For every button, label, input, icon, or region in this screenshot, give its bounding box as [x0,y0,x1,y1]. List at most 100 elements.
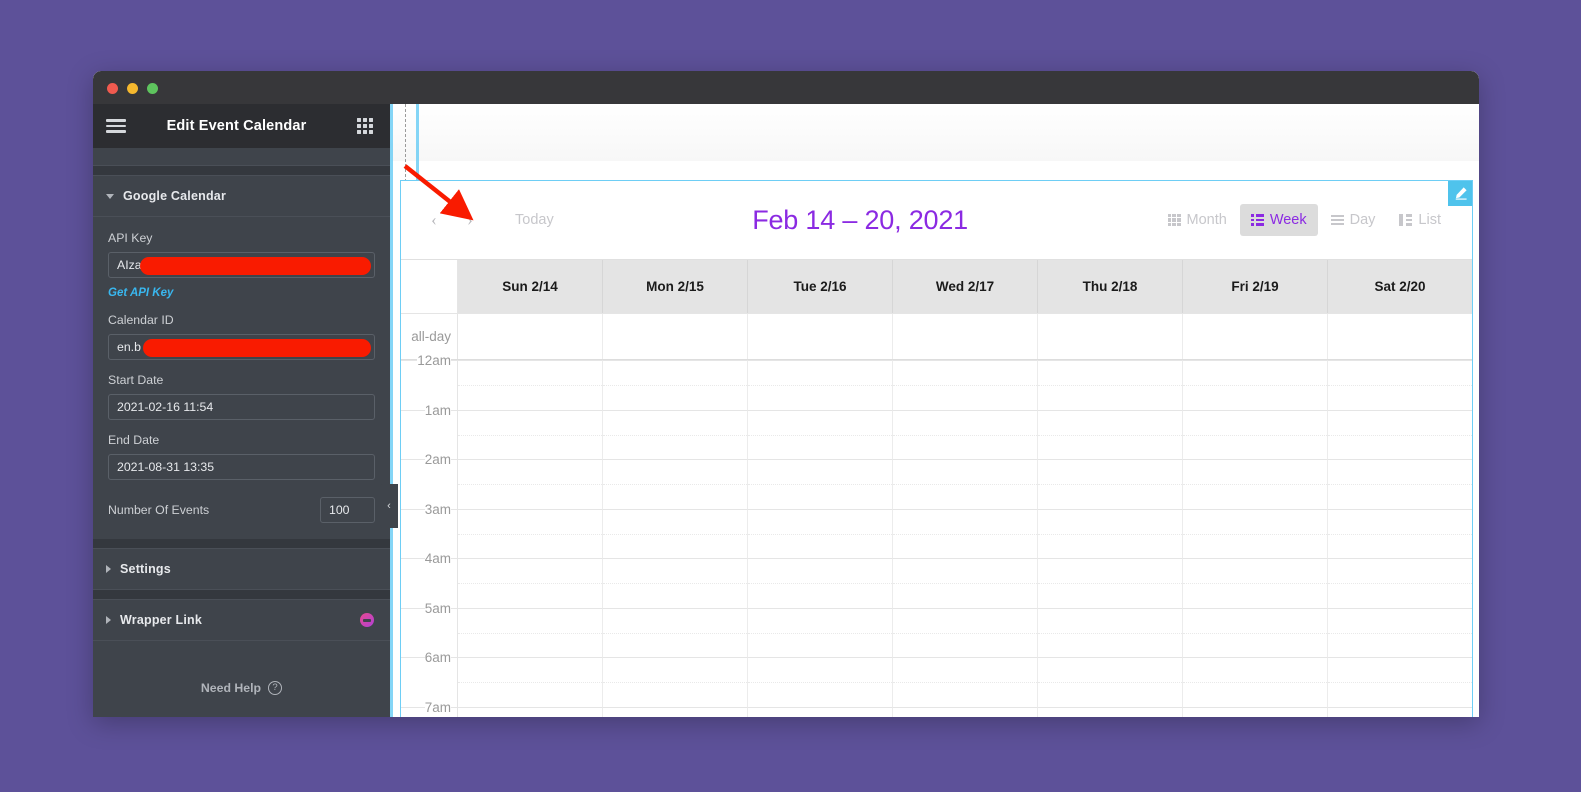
calendar-view-month-button[interactable]: Month [1157,204,1238,236]
calendar-slot-cell[interactable] [458,409,603,459]
calendar-view-week-button[interactable]: Week [1239,204,1318,236]
question-mark-circle-icon[interactable]: ? [268,681,283,695]
calendar-slot-cell[interactable] [458,459,603,509]
calendar-today-button[interactable]: Today [505,206,564,234]
section-google-calendar[interactable]: Google Calendar [93,175,390,217]
calendar-allday-cell[interactable] [748,314,893,359]
calendar-allday-cell[interactable] [1183,314,1328,359]
calendar-slot-cell[interactable] [748,706,893,717]
calendar-slot-cell[interactable] [1183,409,1328,459]
calendar-view-list-button[interactable]: List [1388,204,1452,236]
window-maximize-button[interactable] [147,83,158,94]
calendar-slot-cell[interactable] [748,508,893,558]
calendar-slot-cell[interactable] [1328,706,1472,717]
calendar-slot-cell[interactable] [1328,558,1472,608]
calendar-slot-cell[interactable] [603,508,748,558]
calendar-slot-cell[interactable] [458,508,603,558]
calendar-slot-cell[interactable] [1328,657,1472,707]
panel-footer: Need Help ? [93,659,390,717]
calendar-slot-cell[interactable] [1038,607,1183,657]
calendar-slot-cell[interactable] [748,558,893,608]
calendar-slot-cell[interactable] [1183,657,1328,707]
calendar-allday-cell[interactable] [1038,314,1183,359]
calendar-day-header[interactable]: Thu 2/18 [1038,260,1183,313]
calendar-slot-cell[interactable] [1183,360,1328,410]
end-date-input[interactable]: 2021-08-31 13:35 [108,454,375,480]
calendar-slot-cell[interactable] [458,558,603,608]
calendar-slot-cell[interactable] [458,360,603,410]
calendar-day-header[interactable]: Fri 2/19 [1183,260,1328,313]
calendar-slot-cell[interactable] [1328,508,1472,558]
calendar-slot-cell[interactable] [1038,508,1183,558]
calendar-slot-cell[interactable] [1038,459,1183,509]
calendar-slot-cell[interactable] [458,657,603,707]
calendar-slot-cell[interactable] [893,607,1038,657]
preview-top-fade [390,104,1479,161]
start-date-input[interactable]: 2021-02-16 11:54 [108,394,375,420]
calendar-slot-cell[interactable] [603,360,748,410]
calendar-allday-cell[interactable] [893,314,1038,359]
calendar-day-header[interactable]: Tue 2/16 [748,260,893,313]
calendar-id-input[interactable]: en.b [108,334,375,360]
calendar-slot-cell[interactable] [458,607,603,657]
calendar-slot-cell[interactable] [748,607,893,657]
calendar-allday-cell[interactable] [603,314,748,359]
calendar-slot-cell[interactable] [603,607,748,657]
edit-widget-pencil-icon[interactable] [1447,181,1472,206]
calendar-slot-cell[interactable] [1038,360,1183,410]
calendar-slot-cell[interactable] [603,409,748,459]
dynamic-tags-icon[interactable] [360,613,374,627]
calendar-day-header[interactable]: Mon 2/15 [603,260,748,313]
calendar-slot-cell[interactable] [1038,706,1183,717]
calendar-slot-cell[interactable] [893,657,1038,707]
calendar-slot-cell[interactable] [1183,558,1328,608]
calendar-slot-cell[interactable] [1038,409,1183,459]
calendar-slot-cell[interactable] [1183,508,1328,558]
calendar-day-header[interactable]: Sun 2/14 [458,260,603,313]
calendar-slot-cell[interactable] [748,459,893,509]
window-close-button[interactable] [107,83,118,94]
calendar-day-header[interactable]: Sat 2/20 [1328,260,1472,313]
calendar-slot-cell[interactable] [1038,558,1183,608]
calendar-slot-cell[interactable] [603,558,748,608]
calendar-allday-cell[interactable] [458,314,603,359]
calendar-slot-cell[interactable] [1183,607,1328,657]
calendar-slot-cell[interactable] [1328,360,1472,410]
calendar-slot-cell[interactable] [603,459,748,509]
calendar-slot-cell[interactable] [603,706,748,717]
calendar-slot-cell[interactable] [1183,459,1328,509]
calendar-slot-cell[interactable] [893,706,1038,717]
section-settings[interactable]: Settings [93,548,390,590]
calendar-slot-cell[interactable] [748,360,893,410]
need-help-label[interactable]: Need Help [201,681,261,695]
calendar-next-button[interactable]: › [453,203,487,237]
calendar-slot-cell[interactable] [893,409,1038,459]
calendar-slot-cell[interactable] [893,508,1038,558]
calendar-slot-cell[interactable] [458,706,603,717]
calendar-slot-cell[interactable] [1328,459,1472,509]
get-api-key-link[interactable]: Get API Key [108,287,173,299]
event-calendar-widget[interactable]: ‹ › Today Feb 14 – 20, 2021 Month Week D… [400,180,1473,717]
calendar-slot-cell[interactable] [893,558,1038,608]
calendar-slot-cell[interactable] [893,360,1038,410]
calendar-slot-cell[interactable] [1038,657,1183,707]
calendar-day-header[interactable]: Wed 2/17 [893,260,1038,313]
calendar-slot-cell[interactable] [1328,409,1472,459]
calendar-allday-cell[interactable] [1328,314,1472,359]
window-minimize-button[interactable] [127,83,138,94]
calendar-slot-cell[interactable] [1183,706,1328,717]
api-key-input[interactable]: AIza [108,252,375,278]
panel-collapse-handle[interactable]: ‹ [380,484,398,528]
calendar-slot-cell[interactable] [893,459,1038,509]
panel-body: Google Calendar API Key AIza Get API Key… [93,148,390,717]
calendar-slot-cell[interactable] [748,409,893,459]
calendar-slot-cell[interactable] [748,657,893,707]
calendar-prev-button[interactable]: ‹ [417,203,451,237]
grid-apps-icon[interactable] [357,118,373,134]
number-of-events-input[interactable]: 100 [320,497,375,523]
section-wrapper-link-label: Wrapper Link [120,613,203,627]
calendar-view-day-button[interactable]: Day [1320,204,1387,236]
section-wrapper-link[interactable]: Wrapper Link [93,599,390,641]
calendar-slot-cell[interactable] [1328,607,1472,657]
calendar-slot-cell[interactable] [603,657,748,707]
